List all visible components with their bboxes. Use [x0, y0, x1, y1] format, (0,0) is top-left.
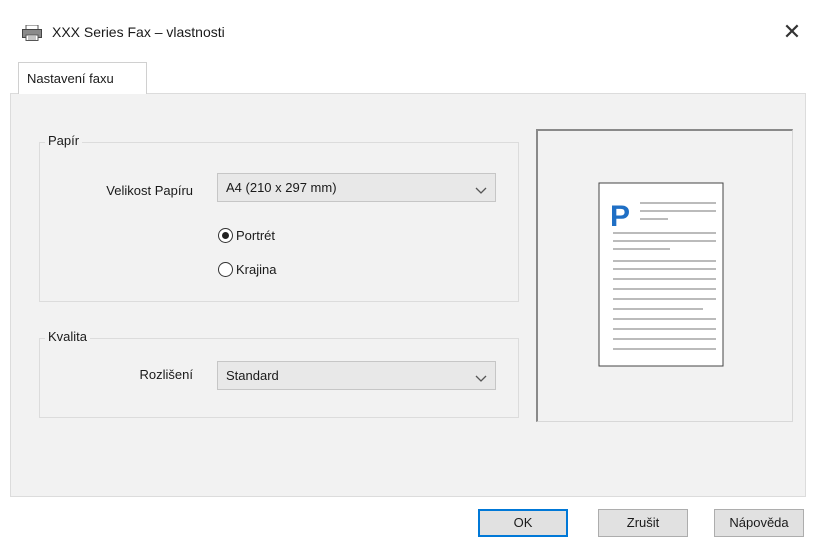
paper-size-label: Velikost Papíru: [106, 183, 193, 198]
paper-size-select[interactable]: A4 (210 x 297 mm): [217, 173, 496, 202]
paper-group-label: Papír: [45, 133, 83, 148]
resolution-select[interactable]: Standard: [217, 361, 496, 390]
radio-unchecked-icon: [218, 262, 233, 277]
orientation-landscape-radio[interactable]: Krajina: [218, 260, 318, 280]
radio-checked-icon: [218, 228, 233, 243]
resolution-value: Standard: [226, 368, 279, 383]
page-preview: P: [536, 129, 793, 422]
orientation-portrait-radio[interactable]: Portrét: [218, 226, 318, 246]
help-button[interactable]: Nápověda: [714, 509, 804, 537]
chevron-down-icon: [475, 183, 487, 194]
title-bar: XXX Series Fax – vlastnosti ✕: [0, 0, 816, 58]
printer-icon: [22, 24, 42, 41]
portrait-page-preview-icon: P: [598, 182, 724, 367]
ok-button[interactable]: OK: [478, 509, 568, 537]
quality-group-label: Kvalita: [45, 329, 91, 344]
window-title: XXX Series Fax – vlastnosti: [52, 24, 225, 40]
resolution-label: Rozlišení: [139, 367, 193, 382]
cancel-button[interactable]: Zrušit: [598, 509, 688, 537]
paper-size-value: A4 (210 x 297 mm): [226, 180, 337, 195]
orientation-landscape-label: Krajina: [236, 262, 277, 277]
tab-content-panel: Papír Velikost Papíru A4 (210 x 297 mm) …: [10, 93, 806, 497]
close-button[interactable]: ✕: [774, 16, 810, 48]
tab-fax-settings[interactable]: Nastavení faxu: [18, 62, 147, 94]
tab-label: Nastavení faxu: [27, 71, 114, 86]
preview-letter: P: [610, 200, 630, 233]
close-icon: ✕: [782, 19, 802, 44]
dialog-button-bar: OK Zrušit Nápověda: [0, 497, 816, 550]
chevron-down-icon: [475, 371, 487, 382]
tab-strip: Nastavení faxu: [0, 58, 816, 94]
orientation-portrait-label: Portrét: [236, 228, 276, 243]
